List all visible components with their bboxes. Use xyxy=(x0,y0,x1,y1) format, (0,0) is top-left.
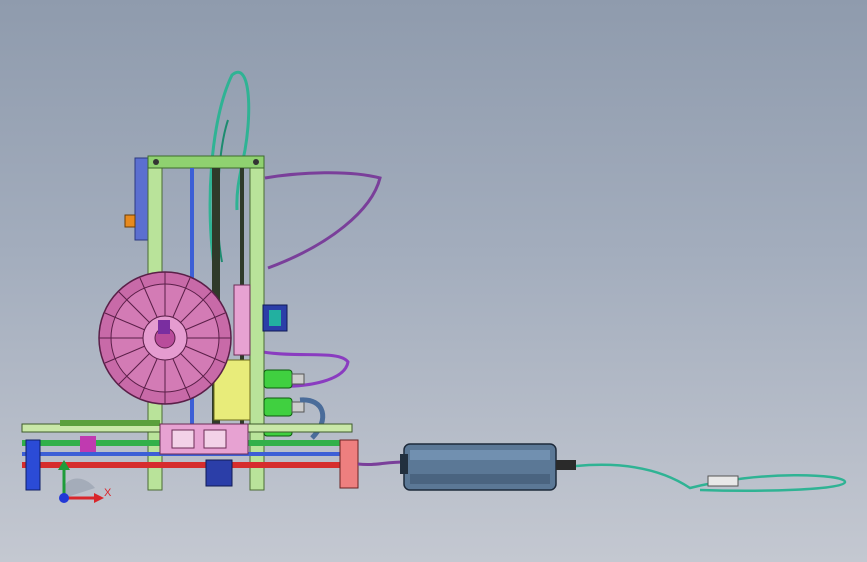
printer-assembly-render[interactable]: X xyxy=(0,0,867,562)
y-carriage-cutout xyxy=(171,429,195,449)
x-carriage xyxy=(233,284,251,356)
plug xyxy=(707,475,739,487)
base-plate xyxy=(60,420,160,426)
left-bracket xyxy=(134,157,150,241)
pink-accent xyxy=(80,436,96,452)
base-motor xyxy=(205,459,233,487)
bolt xyxy=(253,159,259,165)
bolt xyxy=(153,159,159,165)
base-rail-red xyxy=(22,462,352,468)
y-carriage-cutout xyxy=(203,429,227,449)
bowden-tube xyxy=(264,171,382,270)
orange-knob xyxy=(124,214,136,228)
right-end-block xyxy=(339,439,359,489)
triad-x-label: X xyxy=(104,487,112,499)
left-end-block xyxy=(25,439,41,491)
cable-to-psu xyxy=(357,460,405,467)
frame-top-bar xyxy=(147,155,265,169)
cad-viewport[interactable]: X xyxy=(0,0,867,562)
power-supply xyxy=(400,443,576,491)
filament-spool xyxy=(98,271,232,405)
stepper-motor-face xyxy=(269,310,281,326)
